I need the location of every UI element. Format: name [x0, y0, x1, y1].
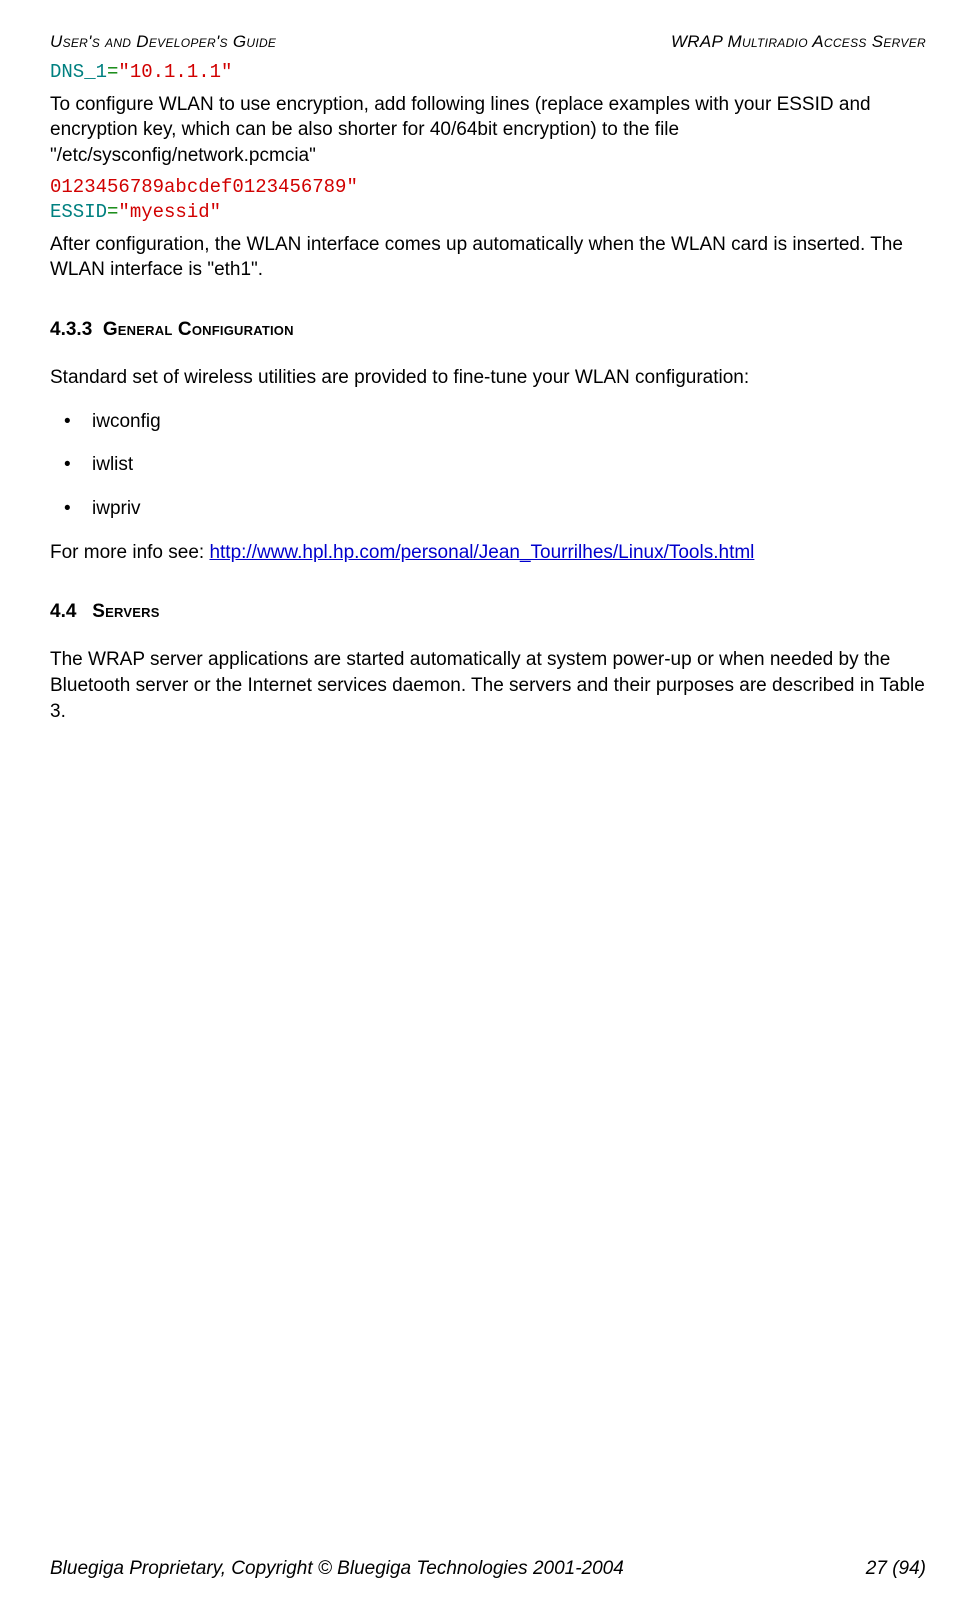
list-item: iwlist	[92, 452, 926, 478]
code-token-eq: =	[107, 201, 118, 223]
header-left: User's and Developer's Guide	[50, 32, 276, 52]
heading-number: 4.3.3	[50, 319, 92, 340]
page: User's and Developer's Guide WRAP Multir…	[0, 0, 976, 1620]
code-block-dns: DNS_1="10.1.1.1"	[50, 60, 926, 86]
heading-title: Servers	[92, 601, 159, 622]
code-token-string: "myessid"	[118, 201, 221, 223]
footer-right: 27 (94)	[866, 1558, 926, 1580]
footer-left: Bluegiga Proprietary, Copyright © Bluegi…	[50, 1558, 624, 1580]
more-info-prefix: For more info see:	[50, 542, 209, 563]
running-footer: Bluegiga Proprietary, Copyright © Bluegi…	[50, 1558, 926, 1580]
paragraph-servers: The WRAP server applications are started…	[50, 647, 926, 724]
paragraph-after-config: After configuration, the WLAN interface …	[50, 232, 926, 283]
more-info-link[interactable]: http://www.hpl.hp.com/personal/Jean_Tour…	[209, 542, 754, 563]
paragraph-utilities: Standard set of wireless utilities are p…	[50, 365, 926, 391]
list-item: iwconfig	[92, 409, 926, 435]
utilities-list: iwconfig iwlist iwpriv	[50, 409, 926, 522]
paragraph-wlan-encryption: To configure WLAN to use encryption, add…	[50, 92, 926, 169]
code-token-string: 0123456789abcdef0123456789"	[50, 176, 358, 198]
code-token-eq: =	[107, 61, 118, 83]
running-header: User's and Developer's Guide WRAP Multir…	[50, 32, 926, 52]
list-item: iwpriv	[92, 496, 926, 522]
code-token-string: "10.1.1.1"	[118, 61, 232, 83]
paragraph-more-info: For more info see: http://www.hpl.hp.com…	[50, 540, 926, 566]
heading-servers: 4.4 Servers	[50, 601, 926, 623]
heading-number: 4.4	[50, 601, 76, 622]
heading-general-configuration: 4.3.3 General Configuration	[50, 319, 926, 341]
code-block-essid: 0123456789abcdef0123456789" ESSID="myess…	[50, 175, 926, 226]
heading-title: General Configuration	[103, 319, 294, 340]
code-token-var: DNS_1	[50, 61, 107, 83]
code-token-var: ESSID	[50, 201, 107, 223]
header-right: WRAP Multiradio Access Server	[671, 32, 926, 52]
